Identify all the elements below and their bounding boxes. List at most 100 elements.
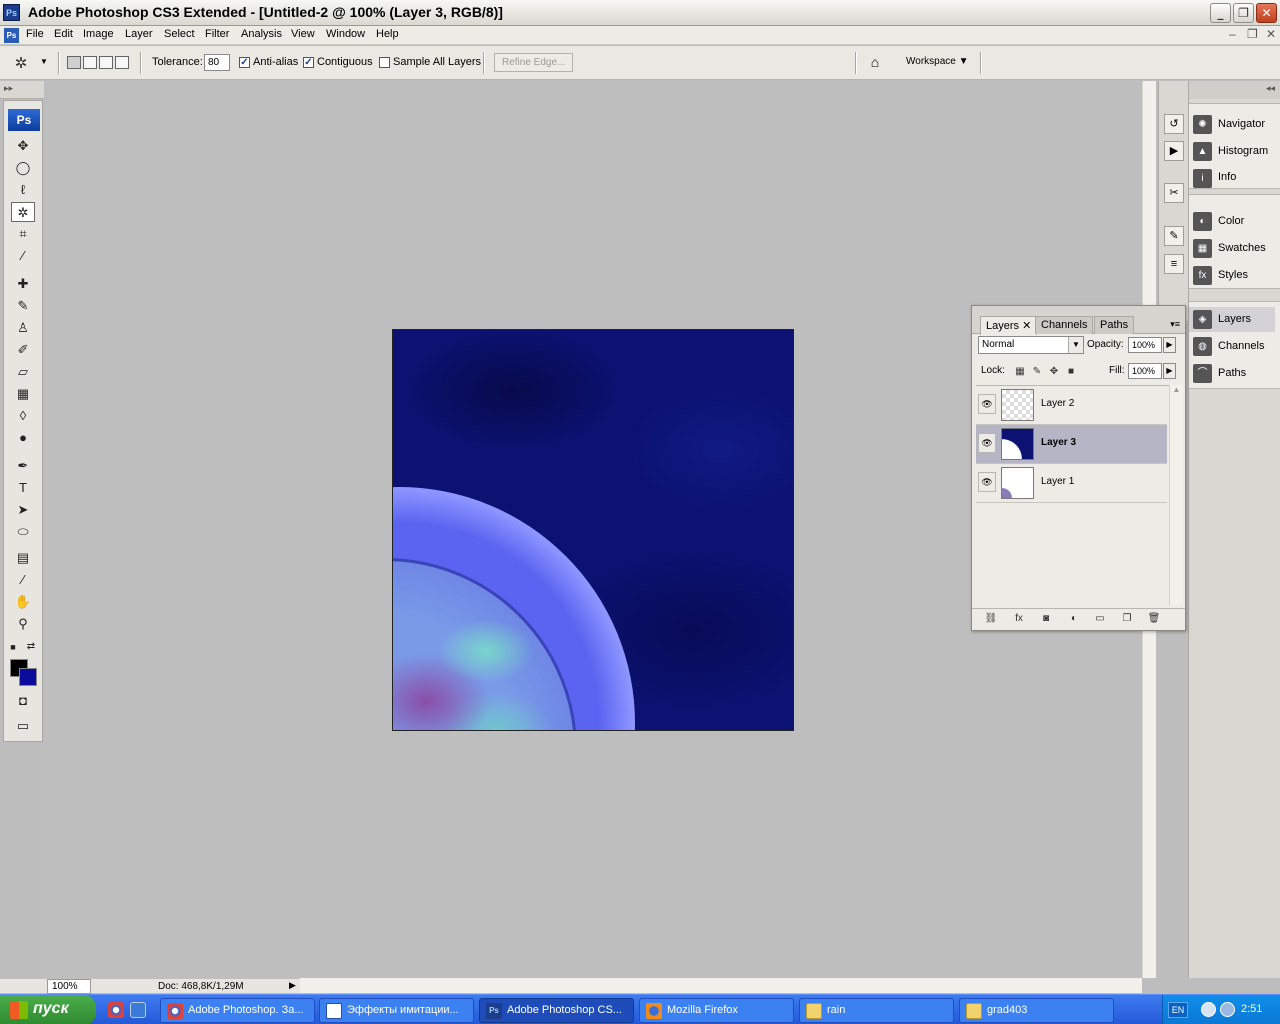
tab-channels[interactable]: Channels (1035, 316, 1094, 334)
tool-presets-icon[interactable]: ✂ (1164, 183, 1184, 203)
sample-all-layers-checkbox[interactable] (379, 57, 390, 68)
slice-tool-icon[interactable]: ⁄ (11, 246, 35, 266)
doc-close-button[interactable]: ✕ (1266, 27, 1276, 41)
menu-select[interactable]: Select (164, 28, 195, 40)
opacity-slider-icon[interactable]: ▶ (1163, 337, 1176, 353)
menu-view[interactable]: View (291, 28, 315, 40)
healing-brush-tool-icon[interactable]: ✚ (11, 274, 35, 294)
horizontal-scrollbar[interactable] (300, 978, 1142, 993)
task-photoshop[interactable]: Ps Adobe Photoshop CS... (479, 998, 634, 1023)
layer-name[interactable]: Layer 2 (1041, 398, 1074, 409)
actions-icon[interactable]: ▶ (1164, 141, 1184, 161)
document-image[interactable] (392, 329, 794, 731)
panel-color[interactable]: ◐ Color (1189, 209, 1275, 234)
history-icon[interactable]: ↺ (1164, 114, 1184, 134)
crop-tool-icon[interactable]: ⌗ (11, 224, 35, 244)
close-button[interactable]: ✕ (1256, 3, 1277, 23)
minimize-button[interactable]: _ (1210, 3, 1231, 23)
hand-tool-icon[interactable]: ✋ (11, 592, 35, 612)
clone-stamp-tool-icon[interactable]: ♙ (11, 318, 35, 338)
layer-row-layer-1[interactable]: 👁 Layer 1 (976, 464, 1167, 503)
move-tool-icon[interactable]: ✥ (11, 136, 35, 156)
doc-minimize-button[interactable]: – (1229, 27, 1236, 41)
layer-mask-icon[interactable]: ◙ (1037, 613, 1055, 627)
panel-swatches[interactable]: ▦ Swatches (1189, 236, 1275, 261)
tab-paths[interactable]: Paths (1094, 316, 1135, 334)
brushes-icon[interactable]: ✎ (1164, 226, 1184, 246)
path-selection-tool-icon[interactable]: ➤ (11, 500, 35, 520)
tolerance-input[interactable]: 80 (204, 54, 230, 71)
panel-styles[interactable]: fx Styles (1189, 263, 1275, 288)
network-icon[interactable] (1220, 1002, 1235, 1017)
visibility-eye-icon[interactable]: 👁 (978, 394, 996, 414)
language-indicator[interactable]: EN (1168, 1002, 1188, 1018)
visibility-eye-icon[interactable]: 👁 (978, 433, 996, 453)
tab-layers[interactable]: Layers ✕ (980, 316, 1038, 335)
gradient-tool-icon[interactable]: ▦ (11, 384, 35, 404)
intersect-selection-icon[interactable] (115, 56, 129, 69)
type-tool-icon[interactable]: T (11, 478, 35, 498)
default-colors-icon[interactable]: ■ (6, 637, 20, 657)
brush-tool-icon[interactable]: ✎ (11, 296, 35, 316)
dodge-tool-icon[interactable]: ● (11, 428, 35, 448)
photoshop-logo[interactable]: Ps (8, 109, 40, 131)
menu-layer[interactable]: Layer (125, 28, 153, 40)
fill-slider-icon[interactable]: ▶ (1163, 363, 1176, 379)
lock-transparent-icon[interactable]: ▦ (1014, 366, 1026, 378)
layer-name[interactable]: Layer 1 (1041, 476, 1074, 487)
doc-restore-button[interactable]: ❐ (1247, 27, 1258, 41)
ie-icon[interactable] (130, 1002, 146, 1018)
layer-row-layer-3[interactable]: 👁 Layer 3 (976, 425, 1167, 464)
layer-row-layer-2[interactable]: 👁 Layer 2 (976, 386, 1167, 425)
zoom-field[interactable]: 100% (47, 979, 91, 994)
task-firefox[interactable]: Mozilla Firefox (639, 998, 794, 1023)
task-folder-rain[interactable]: rain (799, 998, 954, 1023)
restore-button[interactable]: ❐ (1233, 3, 1254, 23)
delete-layer-icon[interactable]: 🗑 (1145, 613, 1163, 627)
layers-scrollbar[interactable]: ▲ (1169, 385, 1183, 605)
menu-file[interactable]: File (26, 28, 44, 40)
new-selection-icon[interactable] (67, 56, 81, 69)
tools-panel-header[interactable]: ▸▸ (0, 81, 44, 99)
back-arrow-icon[interactable] (1201, 1002, 1216, 1017)
pen-tool-icon[interactable]: ✒ (11, 456, 35, 476)
eraser-tool-icon[interactable]: ▱ (11, 362, 35, 382)
panel-paths[interactable]: ⌒ Paths (1189, 361, 1275, 386)
tool-preset-caret-icon[interactable]: ▼ (40, 57, 48, 66)
panel-channels[interactable]: ◍ Channels (1189, 334, 1275, 359)
menu-analysis[interactable]: Analysis (241, 28, 282, 40)
marquee-tool-icon[interactable]: ◯ (11, 158, 35, 178)
bridge-icon[interactable]: ⌂ (864, 54, 886, 72)
panel-histogram[interactable]: ▲ Histogram (1189, 139, 1275, 164)
close-tab-icon[interactable]: ✕ (1022, 320, 1031, 332)
new-group-icon[interactable]: ▭ (1091, 613, 1109, 627)
adjustment-layer-icon[interactable]: ◐ (1065, 613, 1083, 627)
layer-name[interactable]: Layer 3 (1041, 437, 1076, 448)
panel-navigator[interactable]: ✺ Navigator (1189, 112, 1275, 137)
menu-help[interactable]: Help (376, 28, 399, 40)
lock-position-icon[interactable]: ✥ (1048, 366, 1060, 378)
contiguous-checkbox[interactable]: ✓ (303, 57, 314, 68)
zoom-tool-icon[interactable]: ⚲ (11, 614, 35, 634)
panel-menu-icon[interactable]: ▾≡ (1170, 319, 1180, 330)
task-photoshop-article[interactable]: Adobe Photoshop. За... (160, 998, 315, 1023)
add-to-selection-icon[interactable] (83, 56, 97, 69)
refine-edge-button[interactable]: Refine Edge... (494, 53, 574, 72)
lasso-tool-icon[interactable]: ℓ (11, 180, 35, 200)
task-effects-document[interactable]: Эффекты имитации... (319, 998, 474, 1023)
subtract-from-selection-icon[interactable] (99, 56, 113, 69)
swap-colors-icon[interactable]: ⇄ (24, 637, 38, 657)
eyedropper-tool-icon[interactable]: ⁄ (11, 570, 35, 590)
dock-header[interactable]: ◂◂ (1189, 81, 1280, 99)
panel-info[interactable]: i Info (1189, 166, 1275, 188)
layer-style-icon[interactable]: fx (1010, 613, 1028, 627)
task-folder-grad403[interactable]: grad403 (959, 998, 1114, 1023)
antialias-checkbox[interactable]: ✓ (239, 57, 250, 68)
notes-tool-icon[interactable]: ▤ (11, 548, 35, 568)
start-button[interactable]: пуск (0, 995, 96, 1024)
opacity-input[interactable]: 100% (1128, 337, 1162, 353)
menu-window[interactable]: Window (326, 28, 365, 40)
fill-input[interactable]: 100% (1128, 363, 1162, 379)
workspace-menu[interactable]: Workspace ▼ (906, 56, 969, 67)
background-color-swatch[interactable] (19, 668, 37, 686)
